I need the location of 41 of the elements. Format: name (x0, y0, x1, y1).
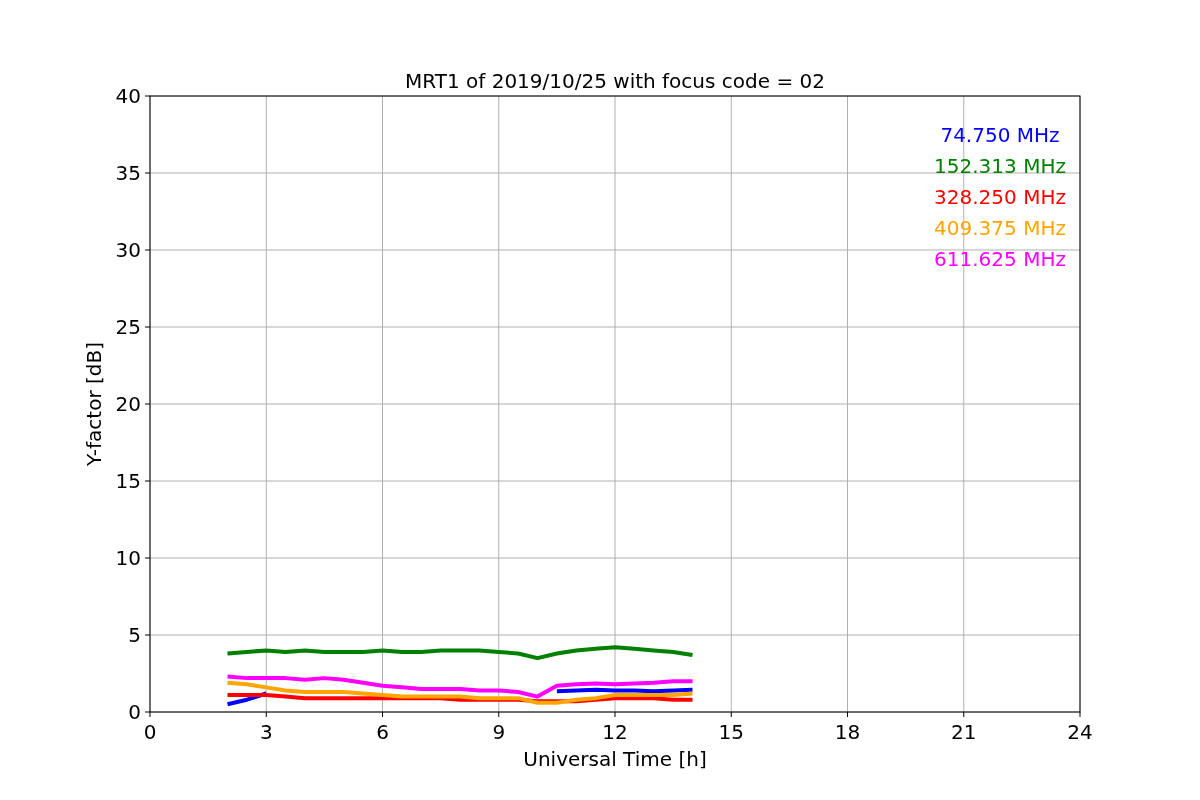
x-tick-label: 18 (834, 720, 861, 744)
x-tick-label: 21 (951, 711, 977, 744)
y-tick-label: 5 (128, 623, 141, 647)
x-tick-label: 18 (834, 711, 861, 744)
y-tick-label: 10 (115, 546, 141, 570)
legend-label: 74.750 MHz (940, 123, 1060, 147)
y-tick-label: 20 (115, 392, 141, 416)
legend-label: 328.250 MHz (934, 185, 1066, 209)
y-tick-label: 10 (115, 546, 151, 570)
y-tick-label: 25 (115, 315, 141, 339)
x-tick-label: 12 (602, 711, 628, 744)
x-tick-label: 21 (951, 720, 977, 744)
x-tick-label: 12 (602, 720, 628, 744)
x-tick-label: 24 (1067, 720, 1093, 744)
x-tick-label: 9 (492, 720, 506, 744)
y-tick-label: 0 (128, 700, 141, 724)
y-tick-label: 30 (115, 238, 141, 262)
y-tick-label: 35 (115, 161, 151, 185)
x-tick-label: 3 (259, 711, 273, 744)
x-tick-label: 6 (376, 720, 389, 744)
x-tick-label: 3 (259, 720, 273, 744)
y-tick-label: 40 (115, 84, 151, 108)
x-tick-label: 15 (718, 720, 744, 744)
x-tick-label: 15 (718, 711, 744, 744)
y-tick-label: 5 (128, 623, 151, 647)
legend-label: 152.313 MHz (934, 154, 1066, 178)
x-axis-label: Universal Time [h] (523, 747, 707, 771)
y-tick-label: 35 (115, 161, 141, 185)
x-tick-label: 24 (1067, 711, 1093, 744)
y-tick-label: 15 (115, 469, 141, 493)
y-axis-label: Y-factor [dB] (82, 342, 106, 466)
y-tick-label: 40 (115, 84, 141, 108)
x-tick-label: 6 (376, 711, 389, 744)
chart-title: MRT1 of 2019/10/25 with focus code = 02 (405, 69, 825, 93)
y-tick-label: 25 (115, 315, 151, 339)
legend-label: 409.375 MHz (934, 216, 1066, 240)
y-tick-label: 15 (115, 469, 151, 493)
y-tick-label: 20 (115, 392, 151, 416)
legend-label: 611.625 MHz (934, 247, 1066, 271)
x-tick-label: 9 (492, 711, 506, 744)
y-tick-label: 30 (115, 238, 151, 262)
